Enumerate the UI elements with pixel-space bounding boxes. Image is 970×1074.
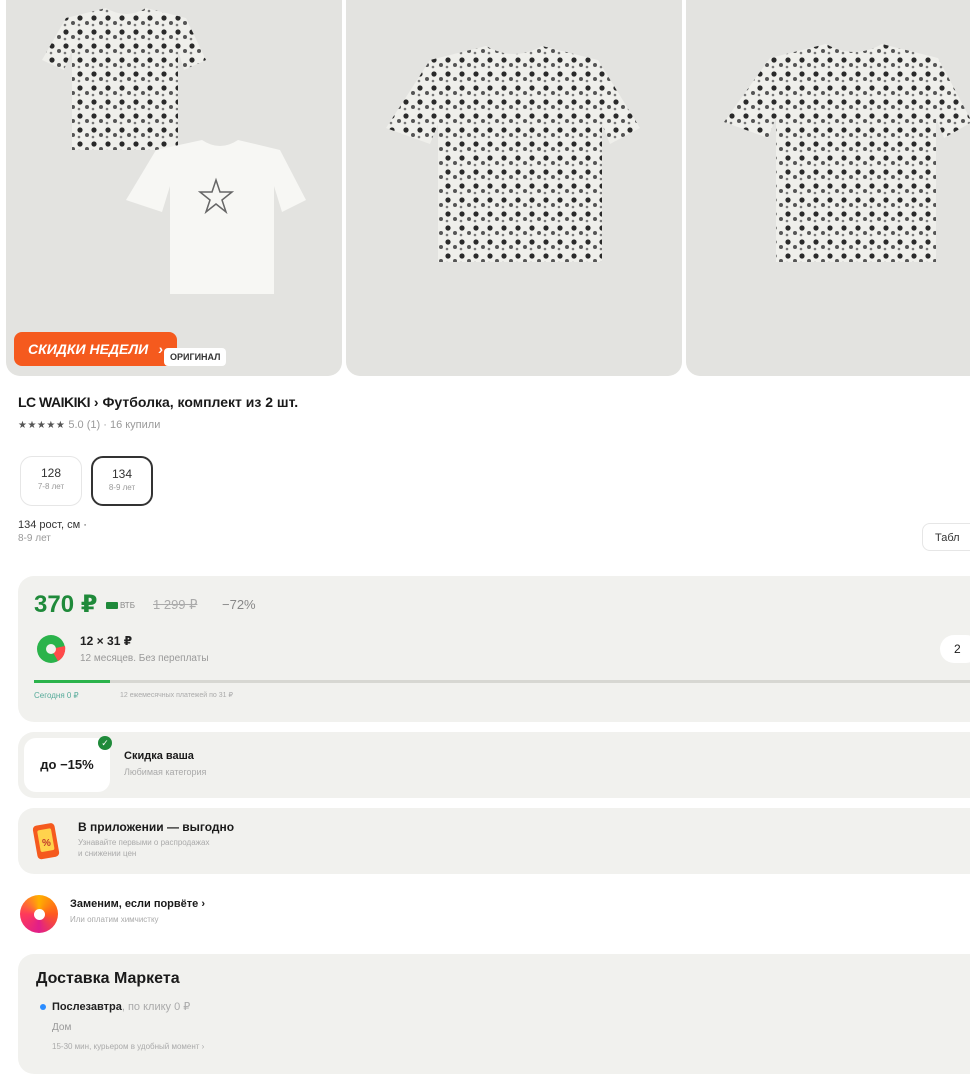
delivery-price: , по клику 0 ₽ [121,1001,191,1013]
size-option-134[interactable]: 134 8-9 лет [91,456,153,506]
delivery-title: Доставка Маркета [36,970,180,987]
check-icon: ✓ [98,736,112,750]
selected-size-info: 134 рост, см · 8-9 лет [18,519,87,545]
split-option-pill[interactable]: 2 [940,635,970,663]
size-age: 7-8 лет [37,482,65,491]
phone-app-icon: % [32,823,60,860]
vtb-card-label: ВТБ [106,601,135,610]
replace-subtitle: Или оплатим химчистку [70,915,159,924]
replace-guarantee-icon [20,895,58,933]
payment-progress-bar [34,680,970,683]
size-info-line: 134 рост, см · [18,519,87,531]
star-rating-icon: ★★★★★ [18,420,66,431]
delivery-time[interactable]: 15-30 мин, курьером в удобный момент › [52,1042,204,1051]
chevron-right-icon: › [158,341,163,357]
discount-subtitle: Любимая категория [124,767,207,777]
bank-card-icon [106,602,118,609]
delivery-day: Послезавтра [52,1001,122,1013]
tshirt-set-image [42,8,306,294]
size-info-age: 8-9 лет [18,533,51,544]
weekly-sale-badge[interactable]: СКИДКИ НЕДЕЛИ › [14,332,177,366]
title-separator: › [90,394,103,410]
discount-badge: до −15% [24,738,110,792]
original-badge: ОРИГИНАЛ [164,348,227,366]
app-promo-sub-line: Узнавайте первыми о распродажах [78,838,210,847]
app-promo-card[interactable]: % В приложении — выгодно Узнавайте первы… [18,808,970,874]
app-promo-title: В приложении — выгодно [78,820,235,834]
svg-text:%: % [42,838,51,849]
replace-link[interactable]: Заменим, если порвёте › [70,898,205,910]
product-name: Футболка, комплект из 2 шт. [102,394,299,410]
vtb-text: ВТБ [120,601,135,610]
size-value: 128 [40,466,62,480]
product-photo-2[interactable] [346,0,682,376]
old-price: 1 299 ₽ [153,597,198,612]
size-age: 8-9 лет [108,483,136,492]
personal-discount-card[interactable]: до −15% ✓ Скидка ваша Любимая категория [18,732,970,798]
delivery-place: Дом [52,1022,72,1033]
size-option-128[interactable]: 128 7-8 лет [20,456,82,506]
app-promo-subtitle: Узнавайте первыми о распродажах и снижен… [78,837,209,859]
product-gallery[interactable]: СКИДКИ НЕДЕЛИ › ОРИГИНАЛ [6,0,970,376]
discount-title: Скидка ваша [124,750,194,762]
price-card: 370 ₽ ВТБ 1 299 ₽ −72% 12 × 31 ₽ 12 меся… [18,576,970,722]
sale-badge-label: СКИДКИ НЕДЕЛИ [28,341,149,357]
discount-percent: −72% [222,597,256,612]
product-photo-1[interactable]: СКИДКИ НЕДЕЛИ › ОРИГИНАЛ [6,0,342,376]
today-payment-label: Сегодня 0 ₽ [34,691,79,700]
rating-row[interactable]: ★★★★★ 5.0 (1) · 16 купили [18,419,160,431]
app-promo-sub-line: и снижении цен [78,849,137,858]
tshirt-leopard-image [724,44,970,262]
size-table-button[interactable]: Табл [922,523,970,551]
delivery-option[interactable]: Послезавтра, по клику 0 ₽ [40,1000,190,1013]
monthly-payments-label: 12 ежемесячных платежей по 31 ₽ [120,692,233,699]
rating-text: 5.0 (1) · 16 купили [65,419,161,431]
tshirt-leopard-image [386,46,640,262]
split-subtitle: 12 месяцев. Без переплаты [80,653,209,664]
size-value: 134 [111,467,133,481]
current-price: 370 ₽ [34,591,98,618]
payment-progress-fill [34,680,110,683]
split-amount[interactable]: 12 × 31 ₽ [80,634,132,648]
split-payment-icon [37,635,66,663]
delivery-card: Доставка Маркета Послезавтра, по клику 0… [18,954,970,1074]
product-title: LC WAIKIKI › Футболка, комплект из 2 шт. [18,394,298,410]
bullet-icon [40,1004,46,1011]
product-photo-3[interactable] [686,0,970,376]
brand-link[interactable]: LC WAIKIKI [18,394,91,410]
